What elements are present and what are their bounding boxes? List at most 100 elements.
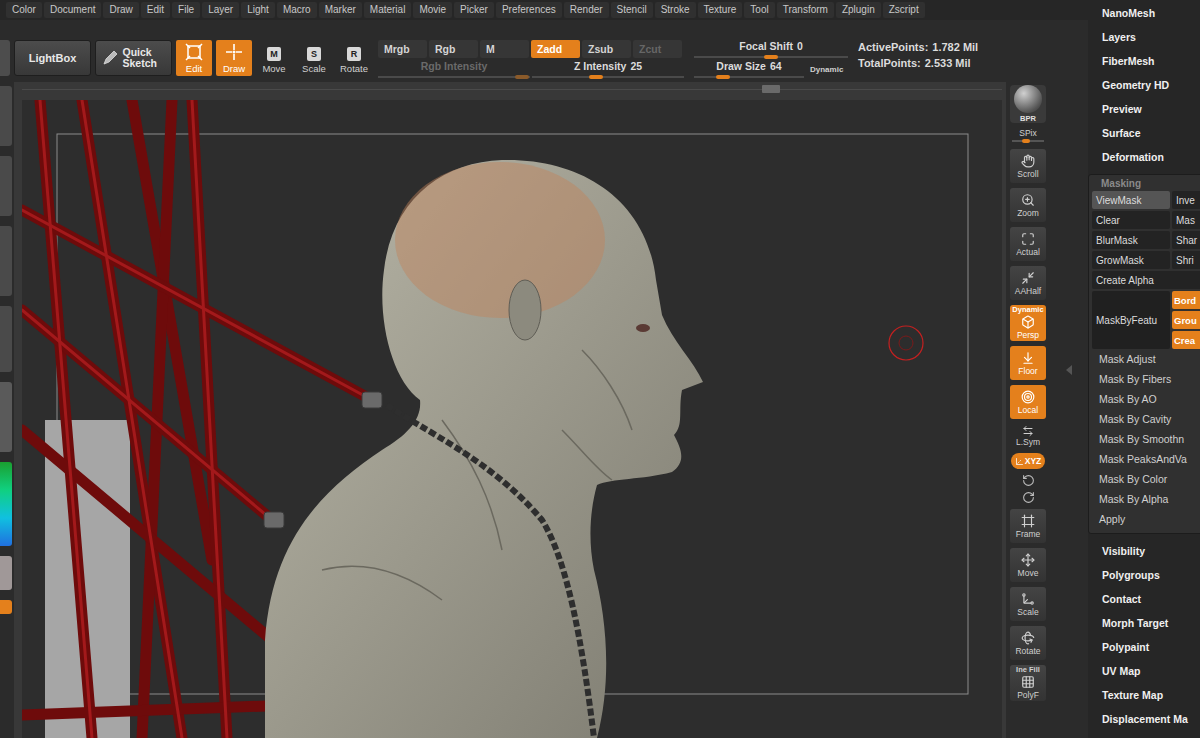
tool-button[interactable]: Draw (216, 40, 252, 76)
mask-button[interactable]: Shri (1172, 251, 1200, 269)
menu-item[interactable]: Preferences (496, 2, 562, 18)
lightbox-button[interactable]: LightBox (14, 40, 91, 76)
bpr-button[interactable]: BPR (1010, 85, 1046, 123)
mask-by-feature-button[interactable]: MaskByFeatu (1092, 291, 1170, 349)
menu-item[interactable]: Color (6, 2, 42, 18)
slider-track[interactable] (532, 76, 684, 78)
tool-button[interactable]: MMove (256, 40, 292, 76)
create-alpha-button[interactable]: Create Alpha (1092, 271, 1200, 289)
mask-button[interactable]: GrowMask (1092, 251, 1170, 269)
slider-knob[interactable] (716, 75, 730, 79)
left-shelf-button[interactable] (0, 382, 12, 452)
menu-item[interactable]: Transform (777, 2, 834, 18)
mask-item[interactable]: Apply (1092, 509, 1200, 529)
palette-item[interactable]: Preview (1088, 97, 1200, 121)
shelf-button[interactable]: AAHalf (1010, 266, 1046, 300)
scroll-thumb[interactable] (762, 85, 780, 93)
palette-item[interactable]: FiberMesh (1088, 49, 1200, 73)
shelf-button[interactable]: Floor (1010, 346, 1046, 380)
menu-item[interactable]: File (172, 2, 200, 18)
intensity-slider[interactable]: Z Intensity25 (532, 60, 684, 78)
mode-button[interactable]: Mrgb (378, 40, 427, 58)
palette-item[interactable]: Polygroups (1088, 563, 1200, 587)
mask-item[interactable]: Mask PeaksAndVa (1092, 449, 1200, 469)
mode-button[interactable]: Rgb (429, 40, 478, 58)
slider-knob[interactable] (764, 55, 778, 59)
mask-button[interactable]: ViewMask (1092, 191, 1170, 209)
slider-knob[interactable] (1022, 139, 1030, 143)
mode-button[interactable]: Zsub (582, 40, 631, 58)
mask-item[interactable]: Mask By Smoothn (1092, 429, 1200, 449)
mask-item[interactable]: Mask By Alpha (1092, 489, 1200, 509)
tool-button[interactable]: SScale (296, 40, 332, 76)
feature-option[interactable]: Bord (1172, 291, 1200, 309)
palette-item[interactable]: Visibility (1088, 539, 1200, 563)
menu-item[interactable]: Zscript (883, 2, 925, 18)
feature-option[interactable]: Grou (1172, 311, 1200, 329)
mask-item[interactable]: Mask By Fibers (1092, 369, 1200, 389)
menu-item[interactable]: Stencil (611, 2, 653, 18)
mask-button[interactable]: BlurMask (1092, 231, 1170, 249)
collapse-arrow-icon[interactable] (1066, 365, 1072, 375)
tool-button[interactable]: RRotate (336, 40, 372, 76)
left-shelf-button[interactable] (0, 306, 12, 372)
slider-track[interactable] (1012, 140, 1044, 142)
focal-shift-slider[interactable]: Focal Shift0 (694, 40, 848, 58)
quick-sketch-button[interactable]: Quick Sketch (95, 40, 172, 76)
shelf-button[interactable]: Local (1010, 385, 1046, 419)
shelf-button[interactable]: L.Sym (1010, 424, 1046, 448)
canvas-scrollbar[interactable] (22, 82, 1002, 100)
feature-option[interactable]: Crea (1172, 331, 1200, 349)
shelf-button[interactable]: Move (1010, 548, 1046, 582)
shelf-button[interactable]: Scroll (1010, 149, 1046, 183)
palette-item[interactable]: NanoMesh (1088, 1, 1200, 25)
palette-item[interactable]: Contact (1088, 587, 1200, 611)
color-swatch[interactable] (0, 556, 12, 590)
rotate-right-icon[interactable] (1022, 491, 1035, 504)
shelf-button[interactable]: Frame (1010, 509, 1046, 543)
menu-item[interactable]: Marker (319, 2, 362, 18)
mask-item[interactable]: Mask By AO (1092, 389, 1200, 409)
spix-slider[interactable]: SPix (1010, 128, 1046, 144)
palette-item[interactable]: Surface (1088, 121, 1200, 145)
mask-item[interactable]: Mask By Color (1092, 469, 1200, 489)
menu-item[interactable]: Macro (277, 2, 317, 18)
palette-item[interactable]: Layers (1088, 25, 1200, 49)
left-shelf-button[interactable] (0, 226, 12, 296)
menu-item[interactable]: Layer (202, 2, 239, 18)
menu-item[interactable]: Edit (141, 2, 170, 18)
shelf-button[interactable]: Actual (1010, 227, 1046, 261)
document[interactable] (22, 100, 1002, 738)
slider-track[interactable] (694, 76, 804, 78)
mask-button[interactable]: Mas (1172, 211, 1200, 229)
menu-item[interactable]: Picker (454, 2, 494, 18)
mode-button[interactable]: Zcut (633, 40, 682, 58)
mask-button[interactable]: Inve (1172, 191, 1200, 209)
shelf-button[interactable]: Scale (1010, 587, 1046, 621)
menu-item[interactable]: Light (241, 2, 275, 18)
dynamic-toggle[interactable]: Dynamic (810, 65, 843, 74)
rotate-left-icon[interactable] (1022, 474, 1035, 487)
menu-item[interactable]: Document (44, 2, 102, 18)
slider-track[interactable] (694, 56, 848, 58)
subpalette-title[interactable]: Masking (1092, 175, 1200, 191)
mode-button[interactable]: M (480, 40, 529, 58)
mask-item[interactable]: Mask Adjust (1092, 349, 1200, 369)
palette-item[interactable]: Texture Map (1088, 683, 1200, 707)
mask-button[interactable]: Clear (1092, 211, 1170, 229)
menu-item[interactable]: Zplugin (836, 2, 881, 18)
shelf-toggle[interactable]: XYZ (1011, 453, 1045, 469)
palette-item[interactable]: Morph Target (1088, 611, 1200, 635)
left-shelf-button[interactable] (0, 86, 12, 146)
rotation-buttons[interactable] (1022, 474, 1035, 504)
tool-button[interactable]: Edit (176, 40, 212, 76)
intensity-slider[interactable]: Rgb Intensity (378, 60, 530, 78)
slider-knob[interactable] (515, 75, 529, 79)
menu-item[interactable]: Movie (413, 2, 452, 18)
mask-item[interactable]: Mask By Cavity (1092, 409, 1200, 429)
menu-item[interactable]: Stroke (655, 2, 696, 18)
menu-item[interactable]: Render (564, 2, 609, 18)
menu-item[interactable]: Texture (698, 2, 743, 18)
menu-item[interactable]: Tool (744, 2, 774, 18)
left-shelf-button[interactable] (0, 156, 12, 216)
